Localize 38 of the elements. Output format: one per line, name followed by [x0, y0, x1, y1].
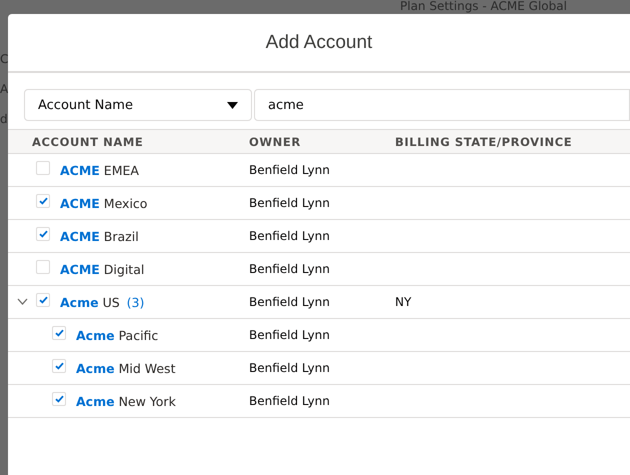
table-cell-text: Benfield Lynn: [249, 262, 331, 276]
table-cell-text: Benfield Lynn: [249, 295, 331, 309]
checkbox[interactable]: [36, 260, 50, 274]
account-name-link[interactable]: Acme US: [60, 294, 120, 310]
account-name-link[interactable]: Acme Pacific: [76, 328, 158, 342]
table-cell-text: Benfield Lynn: [249, 394, 331, 408]
child-count: (3): [126, 294, 144, 310]
account-name-link[interactable]: ACME EMEA: [60, 162, 139, 178]
chevron-icon[interactable]: [17, 298, 28, 304]
caret-icon: [227, 102, 238, 108]
column-header: OWNER: [249, 134, 302, 148]
account-name-link[interactable]: Acme New York: [76, 394, 176, 408]
checkbox[interactable]: [36, 227, 50, 241]
field-dropdown[interactable]: Account Name: [24, 89, 252, 121]
checkbox[interactable]: [36, 194, 50, 208]
table-cell-text: Benfield Lynn: [249, 328, 331, 342]
column-header: BILLING STATE/PROVINCE: [395, 134, 574, 148]
checkbox[interactable]: [52, 392, 66, 406]
account-name-link[interactable]: ACME Brazil: [60, 228, 139, 244]
account-name-link[interactable]: Acme Mid West: [76, 360, 176, 376]
checkbox[interactable]: [36, 161, 50, 175]
account-name-link[interactable]: ACME Digital: [60, 262, 144, 276]
modal-title: Add Account: [266, 32, 372, 54]
page-title: Plan Settings - ACME Global: [400, 0, 567, 13]
background-text: A: [0, 82, 8, 96]
table-cell-text: Benfield Lynn: [249, 196, 331, 210]
table-cell-text: Benfield Lynn: [249, 361, 331, 375]
background-text: C: [0, 52, 8, 66]
checkbox[interactable]: [36, 293, 50, 307]
background-text: d: [0, 112, 8, 126]
checkbox[interactable]: [52, 326, 66, 340]
table-cell-text: NY: [395, 295, 412, 309]
account-name-link[interactable]: ACME Mexico: [60, 196, 148, 210]
checkbox[interactable]: [52, 359, 66, 373]
table-cell-text: Benfield Lynn: [249, 163, 331, 177]
column-header: ACCOUNT NAME: [31, 134, 144, 148]
table-cell-text: Benfield Lynn: [249, 229, 331, 243]
search-field[interactable]: acme: [254, 89, 630, 121]
